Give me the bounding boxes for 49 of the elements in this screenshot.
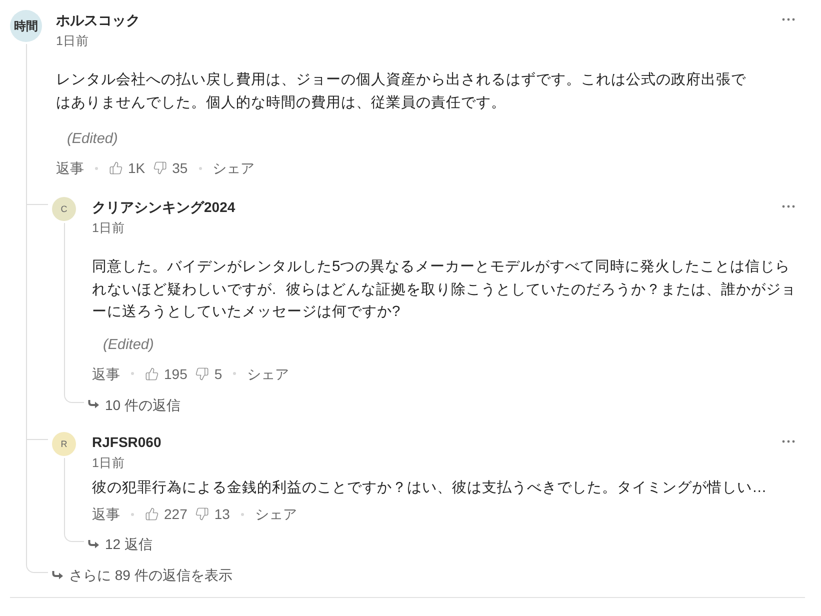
share-button[interactable]: シェア	[212, 158, 255, 178]
user-avatar: 時間	[10, 10, 42, 42]
user-avatar: R	[52, 432, 76, 456]
like-button[interactable]: 1K	[109, 158, 146, 178]
thumbs-down-icon	[153, 161, 168, 175]
separator-dot-icon	[131, 512, 134, 516]
comment-text: 彼の犯罪行為による金銭的利益のことですか？はい、彼は支払うべきでした。タイミングが惜しい…	[92, 478, 768, 498]
comment-author[interactable]: RJFSR060	[92, 432, 162, 452]
user-avatar: C	[52, 197, 76, 221]
edited-label: (Edited)	[102, 336, 154, 354]
more-icon[interactable]	[782, 440, 795, 442]
show-more-replies-button[interactable]: さらに 89 件の返信を表示	[52, 565, 232, 585]
separator-dot-icon	[233, 372, 236, 375]
comment-text: レンタル会社への払い戻し費用は、ジョーの個人資産から出されるはずです。これは公式の政府出張ではありませんでした。個人的な時間の費用は、従業員の責任です。	[56, 70, 747, 112]
thumbs-down-icon	[195, 507, 210, 521]
comment-time: 1日前	[56, 33, 89, 49]
dislike-button[interactable]: 35	[153, 158, 188, 178]
reply-button[interactable]: 返事	[92, 364, 120, 384]
dislike-button[interactable]: 13	[195, 504, 230, 524]
separator-dot-icon	[131, 372, 134, 375]
comment-author[interactable]: ホルスコック	[56, 10, 140, 30]
reply-button[interactable]: 返事	[56, 158, 84, 178]
separator-dot-icon	[198, 166, 202, 170]
reply-arrow-icon	[52, 570, 63, 580]
reply-button[interactable]: 返事	[92, 504, 120, 524]
view-replies-button[interactable]: 12 返信	[88, 534, 152, 554]
like-button[interactable]: 227	[145, 504, 188, 524]
separator-dot-icon	[240, 512, 244, 516]
comment-text: 同意した。バイデンがレンタルした5つの異なるメーカーとモデルがすべて同時に発火したことは信じられないほど疑わしいですが. 彼らはどんな証拠を取り除こうとしていたのだろうか？または、誰かがジョーに送ろうとしていたメッセージは何ですか?	[92, 258, 798, 322]
thumbs-down-icon	[195, 366, 210, 380]
share-button[interactable]: シェア	[254, 504, 297, 524]
thread-connector-line	[27, 438, 48, 440]
more-icon[interactable]	[782, 18, 795, 21]
edited-label: (Edited)	[66, 130, 118, 149]
thread-connector-line	[27, 204, 48, 205]
like-button[interactable]: 195	[145, 364, 188, 384]
reply-arrow-icon	[88, 400, 99, 409]
comment-time: 1日前	[92, 454, 125, 470]
more-icon[interactable]	[782, 205, 795, 208]
view-replies-button[interactable]: 10 件の返信	[88, 394, 180, 414]
thumbs-up-icon	[145, 366, 159, 380]
thumbs-up-icon	[145, 507, 159, 521]
share-button[interactable]: シェア	[247, 364, 290, 384]
thumbs-up-icon	[109, 161, 123, 175]
separator-dot-icon	[95, 166, 98, 170]
dislike-button[interactable]: 5	[195, 364, 222, 384]
reply-arrow-icon	[88, 540, 99, 548]
comment-time: 1日前	[92, 220, 125, 236]
comment-author[interactable]: クリアシンキング2024	[92, 197, 236, 217]
